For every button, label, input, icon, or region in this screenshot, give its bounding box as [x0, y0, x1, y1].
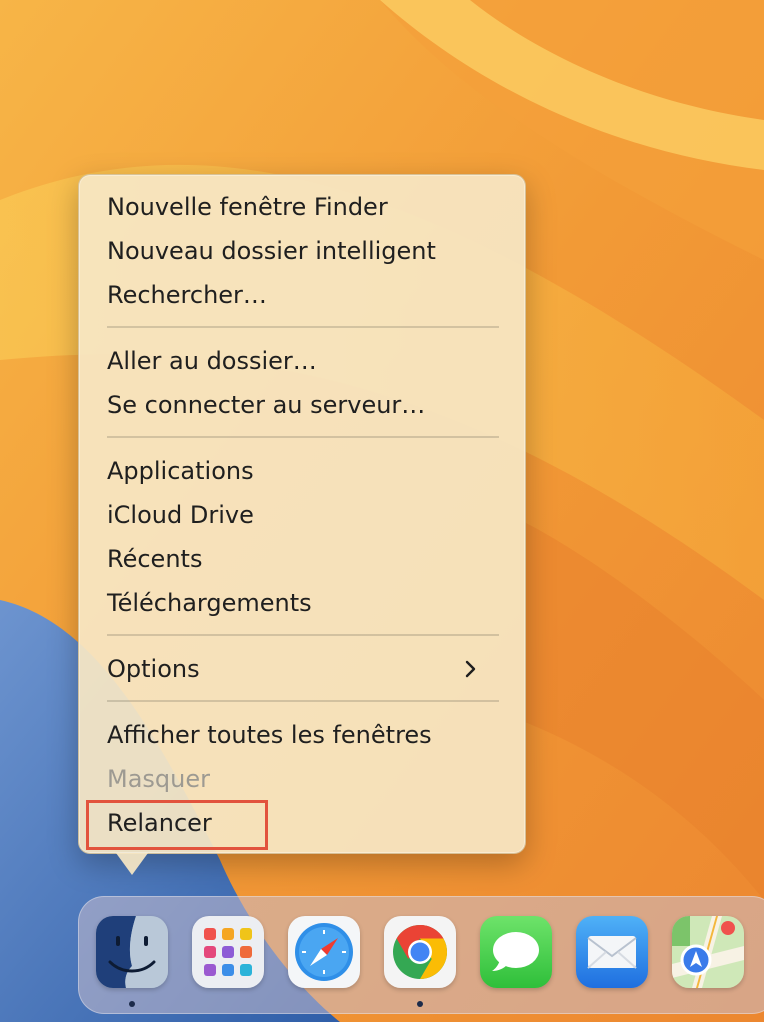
menu-item-go-to-folder[interactable]: Aller au dossier… — [107, 343, 507, 379]
menu-pointer-tail — [116, 853, 148, 875]
dock-app-mail[interactable] — [576, 916, 648, 988]
dock-app-messages[interactable] — [480, 916, 552, 988]
menu-item-options-label: Options — [107, 655, 200, 683]
menu-item-applications[interactable]: Applications — [107, 453, 507, 489]
menu-item-search[interactable]: Rechercher… — [107, 277, 507, 313]
dock-app-safari[interactable] — [288, 916, 360, 988]
chrome-running-indicator — [417, 1001, 423, 1007]
mail-icon — [576, 916, 648, 988]
dock-app-chrome[interactable] — [384, 916, 456, 988]
finder-icon — [96, 916, 168, 988]
menu-separator — [107, 634, 499, 636]
menu-separator — [107, 436, 499, 438]
menu-item-icloud-drive[interactable]: iCloud Drive — [107, 497, 507, 533]
safari-icon — [288, 916, 360, 988]
menu-item-hide: Masquer — [107, 765, 210, 793]
menu-item-show-all-windows[interactable]: Afficher toutes les fenêtres — [107, 717, 507, 753]
launchpad-icon — [192, 916, 264, 988]
menu-item-downloads[interactable]: Téléchargements — [107, 585, 507, 621]
chevron-right-icon — [465, 660, 476, 678]
dock-app-maps[interactable] — [672, 916, 744, 988]
relaunch-highlight-box — [86, 800, 268, 850]
menu-item-recents[interactable]: Récents — [107, 541, 507, 577]
chrome-icon — [384, 916, 456, 988]
menu-separator — [107, 326, 499, 328]
dock-app-launchpad[interactable] — [192, 916, 264, 988]
menu-item-new-finder-window[interactable]: Nouvelle fenêtre Finder — [107, 189, 507, 225]
finder-running-indicator — [129, 1001, 135, 1007]
menu-item-options[interactable]: Options — [107, 651, 507, 687]
maps-icon — [672, 916, 744, 988]
dock-app-finder[interactable] — [96, 916, 168, 988]
messages-icon — [480, 916, 552, 988]
menu-item-new-smart-folder[interactable]: Nouveau dossier intelligent — [107, 233, 507, 269]
finder-dock-context-menu: Nouvelle fenêtre Finder Nouveau dossier … — [78, 174, 526, 854]
menu-item-connect-to-server[interactable]: Se connecter au serveur… — [107, 387, 507, 423]
menu-separator — [107, 700, 499, 702]
